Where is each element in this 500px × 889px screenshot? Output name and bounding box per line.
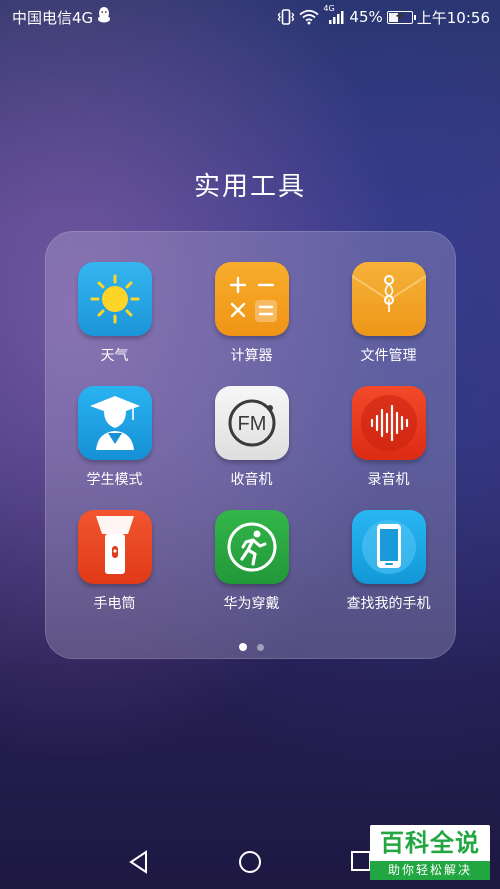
- fm-text: FM: [237, 413, 266, 435]
- app-label: 录音机: [367, 472, 410, 488]
- app-label: 手电筒: [93, 596, 136, 612]
- app-calculator[interactable]: 计算器: [183, 262, 320, 366]
- fm-radio-icon: FM: [214, 386, 289, 460]
- app-label: 查找我的手机: [346, 596, 431, 612]
- watermark-subtitle: 助你轻松解决: [370, 861, 490, 880]
- vibrate-icon: [277, 9, 295, 25]
- battery-percent: 45%: [349, 8, 383, 26]
- app-label: 华为穿戴: [223, 596, 280, 612]
- app-label: 学生模式: [86, 472, 143, 488]
- clock: 上午10:56: [416, 8, 490, 27]
- envelope-icon: [351, 262, 426, 336]
- app-label: 收音机: [230, 472, 273, 488]
- status-right: 4G 45% ✚ 上午10:56: [277, 4, 490, 28]
- recents-icon[interactable]: [350, 850, 372, 876]
- network-badge: 4G: [323, 4, 335, 13]
- graduate-icon: [77, 386, 152, 460]
- folder-panel: 天气 计算器 文件管理 学生模式 FM 收音机 录音机 手电筒 华为穿戴 查找我…: [45, 231, 456, 659]
- signal-icon: 4G: [323, 4, 345, 25]
- weather-sun-icon: [77, 262, 152, 336]
- app-flashlight[interactable]: 手电筒: [46, 510, 183, 614]
- app-weather[interactable]: 天气: [46, 262, 183, 366]
- watermark-title: 百科全说: [370, 825, 490, 861]
- battery-charging-icon: ✚: [386, 10, 416, 24]
- wifi-icon: [299, 9, 319, 25]
- carrier-label: 中国电信4G: [12, 8, 94, 27]
- page-dot-active[interactable]: [239, 643, 247, 651]
- app-file-manager[interactable]: 文件管理: [320, 262, 457, 366]
- status-left: 中国电信4G: [12, 7, 111, 28]
- home-icon[interactable]: [238, 850, 262, 878]
- app-label: 计算器: [230, 348, 273, 364]
- calculator-icon: [214, 262, 289, 336]
- watermark-logo: 百科全说 助你轻松解决: [370, 825, 490, 880]
- app-huawei-wear[interactable]: 华为穿戴: [183, 510, 320, 614]
- app-radio[interactable]: FM 收音机: [183, 386, 320, 490]
- app-find-my-phone[interactable]: 查找我的手机: [320, 510, 457, 614]
- folder-title[interactable]: 实用工具: [0, 166, 500, 203]
- phone-icon: [351, 510, 426, 584]
- page-indicator: [46, 643, 457, 651]
- flashlight-icon: [77, 510, 152, 584]
- app-grid: 天气 计算器 文件管理 学生模式 FM 收音机 录音机 手电筒 华为穿戴 查找我…: [46, 262, 457, 614]
- page-dot[interactable]: [257, 643, 264, 651]
- running-man-icon: [214, 510, 289, 584]
- app-student-mode[interactable]: 学生模式: [46, 386, 183, 490]
- qq-penguin-icon: [97, 7, 111, 27]
- app-label: 天气: [100, 348, 129, 364]
- back-icon[interactable]: [128, 850, 150, 878]
- app-recorder[interactable]: 录音机: [320, 386, 457, 490]
- status-bar: 中国电信4G 4G 45% ✚ 上午10:56: [0, 0, 500, 34]
- soundwave-icon: [351, 386, 426, 460]
- app-label: 文件管理: [360, 348, 417, 364]
